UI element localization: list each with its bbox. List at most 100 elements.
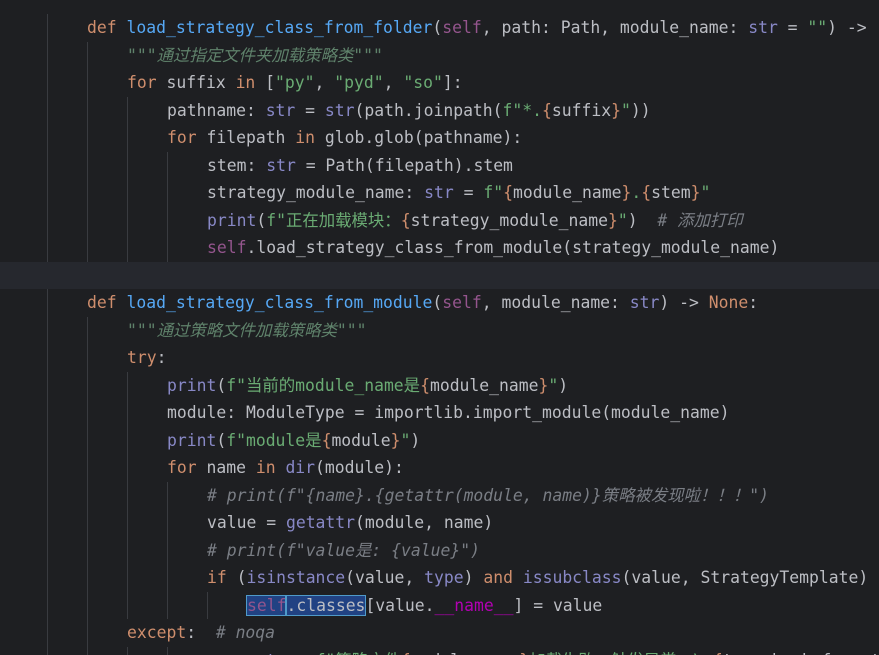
code-line[interactable]: # print(f"value是: {value}") xyxy=(0,537,879,565)
code-token: " xyxy=(548,375,559,395)
code-token: glob.glob(pathname): xyxy=(324,128,523,147)
code-token: filepath xyxy=(206,128,296,147)
code-token: f"当前的module_name是 xyxy=(226,375,421,395)
code-line[interactable]: strategy_module_name: str = f"{module_na… xyxy=(0,179,879,207)
code-token: { xyxy=(400,210,411,230)
code-token: )) xyxy=(630,100,651,120)
code-token: in xyxy=(235,73,266,92)
code-token: (path.joinpath( xyxy=(354,100,503,120)
code-token: """通过指定文件夹加载策略类""" xyxy=(127,45,383,65)
code-token: str xyxy=(424,183,454,202)
code-token: { xyxy=(321,430,332,450)
code-token: . xyxy=(631,183,642,202)
code-token: stem: xyxy=(207,155,267,175)
code-line[interactable]: self.load_strategy_class_from_module(str… xyxy=(0,234,879,262)
code-token: = xyxy=(453,183,484,202)
code-token: str xyxy=(266,155,296,175)
code-token: "" xyxy=(807,18,828,37)
code-token: (value, StrategyTemplate) xyxy=(621,568,869,587)
code-token: except xyxy=(127,623,187,642)
code-token: try xyxy=(127,348,157,367)
code-token: ( xyxy=(432,293,443,312)
code-token: # print(f"value是: {value}") xyxy=(207,540,480,560)
code-token: = Path(filepath).stem xyxy=(295,155,513,175)
code-token: f" xyxy=(483,183,504,202)
code-line[interactable]: try: xyxy=(0,344,879,372)
code-line[interactable]: value = getattr(module, name) xyxy=(0,509,879,537)
code-line[interactable]: if (isinstance(value, type) and issubcla… xyxy=(0,564,879,592)
code-token: { xyxy=(420,375,430,395)
code-token: for xyxy=(127,73,167,92)
code-token: suffix xyxy=(551,100,612,120)
code-line[interactable]: for name in dir(module): xyxy=(0,454,879,482)
code-line[interactable]: module: ModuleType = importlib.import_mo… xyxy=(0,399,879,427)
code-token: } xyxy=(538,375,549,395)
code-token: 加载失败，触发异常：\n xyxy=(529,651,713,655)
code-line[interactable]: for suffix in ["py", "pyd", "so"]: xyxy=(0,69,879,97)
code-token: module_name xyxy=(429,375,539,395)
code-token: load_strategy_class_from_module xyxy=(126,293,433,312)
code-token: # noqa xyxy=(215,623,276,642)
code-line[interactable]: self.classes[value.__name__] = value xyxy=(0,592,879,620)
code-line[interactable]: print(f"正在加载模块：{strategy_module_name}") … xyxy=(0,207,879,235)
code-token: , xyxy=(383,73,404,92)
code-token: type xyxy=(424,568,464,587)
current-code-line[interactable] xyxy=(0,261,879,289)
code-token: : xyxy=(156,348,167,367)
code-token: in xyxy=(295,128,325,147)
code-line[interactable]: for filepath in glob.glob(pathname): xyxy=(0,124,879,152)
code-line[interactable]: msg: str = f"策略文件{module_name}加载失败，触发异常：… xyxy=(0,647,879,655)
code-line[interactable]: def load_strategy_class_from_module(self… xyxy=(0,289,879,317)
code-token: = xyxy=(295,100,325,120)
code-line[interactable]: """通过策略文件加载策略类""" xyxy=(0,317,879,345)
code-token: ) -> xyxy=(659,293,709,312)
code-token: , path: Path, module_name: xyxy=(481,18,749,37)
code-token: ( xyxy=(256,210,267,230)
code-token: , xyxy=(314,73,335,92)
code-token: f"策略文件 xyxy=(316,651,401,655)
code-token: .classes xyxy=(285,594,367,616)
code-token: { xyxy=(503,183,513,202)
code-token: self xyxy=(207,238,247,257)
code-token: ) xyxy=(410,430,421,450)
code-token: suffix xyxy=(166,73,236,92)
code-token: ]: xyxy=(442,73,463,92)
code-token: value = xyxy=(207,513,286,532)
code-token: __name__ xyxy=(434,595,514,615)
code-line[interactable]: except: # noqa xyxy=(0,619,879,647)
code-token: ) -> xyxy=(827,18,867,37)
code-token: } xyxy=(690,183,701,202)
code-line[interactable]: # print(f"{name}.{getattr(module, name)}… xyxy=(0,482,879,510)
code-token: module_name xyxy=(512,183,622,202)
code-token: } xyxy=(621,183,632,202)
code-editor[interactable]: def load_strategy_class_from_folder(self… xyxy=(0,0,879,655)
code-token: } xyxy=(390,430,401,450)
code-token: = xyxy=(777,18,808,37)
code-token: ) xyxy=(558,375,569,395)
code-line[interactable]: pathname: str = str(path.joinpath(f"*.{s… xyxy=(0,97,879,125)
code-line[interactable]: print(f"module是{module}") xyxy=(0,427,879,455)
code-token: msg: xyxy=(207,651,256,655)
code-token: stem xyxy=(651,183,691,202)
code-token: { xyxy=(713,651,723,655)
code-token: } xyxy=(611,100,621,120)
code-line[interactable]: stem: str = Path(filepath).stem xyxy=(0,152,879,180)
code-token: # 添加打印 xyxy=(657,210,743,230)
code-line[interactable]: """通过指定文件夹加载策略类""" xyxy=(0,42,879,70)
code-token: and xyxy=(483,568,523,587)
code-line[interactable]: print(f"当前的module_name是{module_name}") xyxy=(0,372,879,400)
code-token: getattr xyxy=(285,513,356,532)
code-token: { xyxy=(641,183,652,202)
code-token: def xyxy=(87,18,127,37)
code-token: strategy_module_name xyxy=(410,210,608,230)
code-token: : xyxy=(186,623,216,642)
code-token: " xyxy=(700,183,711,202)
code-token: str xyxy=(748,18,778,37)
code-token: str xyxy=(324,100,355,120)
code-line[interactable]: def load_strategy_class_from_folder(self… xyxy=(0,14,879,42)
code-token: f"正在加载模块： xyxy=(266,210,401,230)
code-token: print xyxy=(167,375,217,395)
code-token: self xyxy=(245,594,288,616)
code-token: isinstance xyxy=(246,568,346,587)
code-token: } xyxy=(519,651,529,655)
